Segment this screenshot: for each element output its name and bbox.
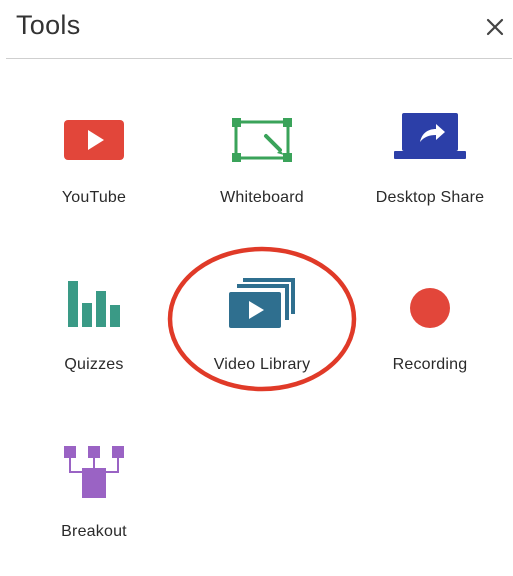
desktop-share-icon bbox=[394, 113, 466, 159]
tool-label: Video Library bbox=[213, 356, 311, 373]
tool-label: Breakout bbox=[61, 523, 127, 540]
recording-icon bbox=[410, 288, 450, 328]
breakout-icon bbox=[64, 446, 124, 498]
quizzes-icon bbox=[68, 281, 120, 327]
tool-label: Quizzes bbox=[64, 356, 124, 373]
tool-desktop-share[interactable]: Desktop Share bbox=[345, 111, 513, 241]
header-divider bbox=[6, 58, 512, 59]
tool-label: Desktop Share bbox=[375, 189, 485, 206]
youtube-icon bbox=[64, 120, 124, 160]
video-library-icon bbox=[229, 278, 295, 328]
tool-recording[interactable]: Recording bbox=[345, 287, 513, 417]
close-icon bbox=[486, 18, 504, 36]
tool-label: YouTube bbox=[61, 189, 127, 206]
tool-quizzes[interactable]: Quizzes bbox=[9, 281, 179, 411]
tool-label: Recording bbox=[392, 356, 468, 373]
tool-whiteboard[interactable]: Whiteboard bbox=[177, 118, 347, 248]
tool-video-library[interactable]: Video Library bbox=[177, 276, 347, 406]
tools-panel: Tools YouTube Whiteboard Desktop Share Q… bbox=[0, 0, 513, 540]
tool-breakout[interactable]: Breakout bbox=[9, 446, 179, 576]
tool-label: Whiteboard bbox=[220, 189, 304, 206]
close-button[interactable] bbox=[480, 12, 510, 42]
whiteboard-icon bbox=[232, 118, 292, 162]
panel-title: Tools bbox=[16, 10, 81, 40]
tool-youtube[interactable]: YouTube bbox=[9, 118, 179, 248]
panel-header: Tools bbox=[0, 0, 513, 58]
